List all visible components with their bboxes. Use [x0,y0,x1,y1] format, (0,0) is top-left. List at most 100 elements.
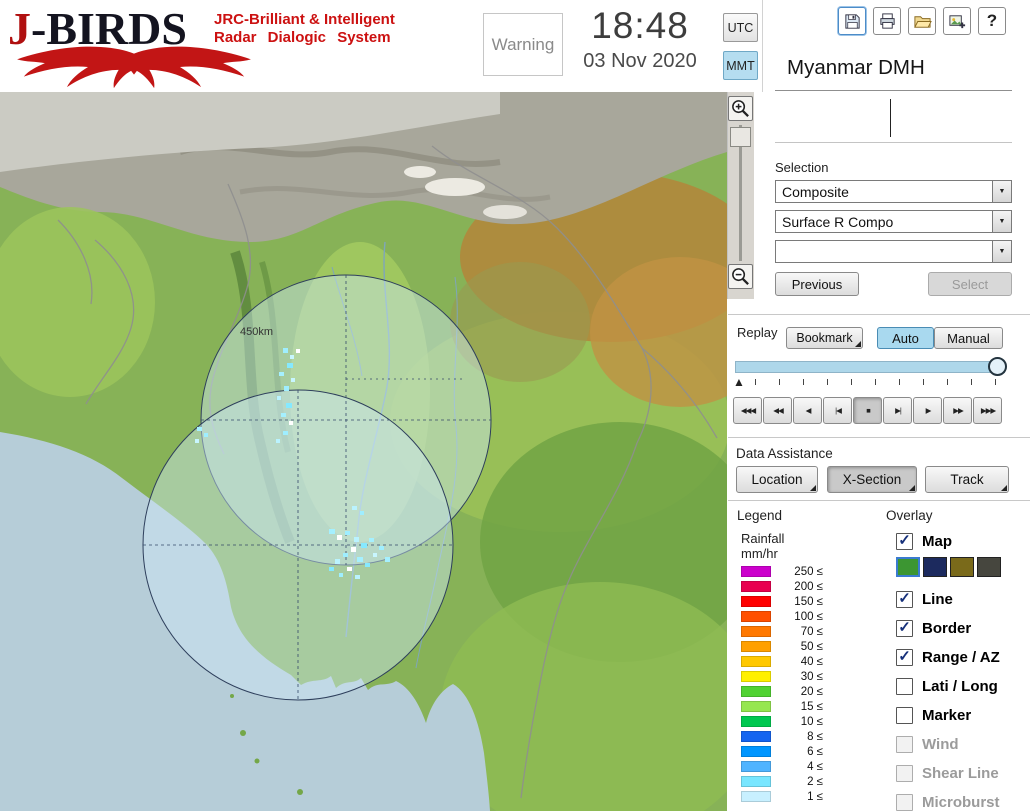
clock-time: 18:48 [591,5,689,46]
legend-color-swatch [741,626,771,637]
playback-forward-button[interactable]: ▶▶ [943,397,972,424]
playback-step-back-button[interactable]: ◀ [793,397,822,424]
legend-value: 250 ≤ [794,565,823,578]
checkbox-wind[interactable]: ✓ [896,735,913,753]
replay-timeline-track[interactable] [735,361,1005,373]
legend-subtitle-line1: Rainfall [741,531,785,546]
open-folder-button[interactable] [908,7,936,35]
chevron-down-icon[interactable]: ▼ [992,241,1011,262]
legend-color-swatch [741,581,771,592]
annotation-input[interactable] [775,91,1012,143]
timezone-mmt-button[interactable]: MMT [723,51,758,80]
track-button[interactable]: Track [925,466,1009,493]
checkbox-shear-line[interactable]: ✓ [896,764,913,782]
legend-value: 6 ≤ [807,745,823,758]
help-button[interactable]: ? [978,7,1006,35]
legend-item: 50 ≤ [741,639,823,654]
legend-color-swatch [741,656,771,667]
legend-color-swatch [741,791,771,802]
checkbox-map[interactable]: ✓ [896,531,913,550]
clock: 18:48 03 Nov 2020 [560,5,720,73]
warning-button[interactable]: Warning [483,13,563,76]
check-icon: ✓ [898,531,911,549]
divider [728,437,1030,438]
timeline-tick [995,379,996,385]
checkbox-border[interactable]: ✓ [896,618,913,637]
timezone-utc-button[interactable]: UTC [723,13,758,42]
help-icon: ? [986,11,998,30]
playback-first-frame-button[interactable]: |◀ [823,397,852,424]
overlay-label: Microburst [922,793,1000,811]
overlay-row-lati-long: ✓ Lati / Long [896,675,998,697]
legend-color-swatch [741,686,771,697]
overlay-row-line: ✓ Line [896,588,953,610]
checkbox-line[interactable]: ✓ [896,589,913,608]
playback-fast-forward-button[interactable]: ▶▶▶ [973,397,1002,424]
radar-map[interactable]: 450km [0,92,727,811]
checkbox-lati-long[interactable]: ✓ [896,677,913,695]
print-icon [879,12,895,29]
overlay-row-shear-line: ✓ Shear Line [896,762,999,784]
print-button[interactable] [873,7,901,35]
legend-color-swatch [741,716,771,727]
playback-stop-button[interactable]: ■ [853,397,882,424]
checkbox-marker[interactable]: ✓ [896,706,913,724]
legend-value: 70 ≤ [800,625,823,638]
legend-title: Legend [737,508,783,523]
zoom-slider-thumb[interactable] [730,127,751,147]
timeline-tick [755,379,756,385]
legend-item: 250 ≤ [741,564,823,579]
map-viewport[interactable]: 450km [0,92,727,811]
chevron-down-icon[interactable]: ▼ [992,211,1011,232]
legend-color-swatch [741,611,771,622]
dropdown-value: Surface R Compo [782,214,894,230]
zoom-in-button[interactable] [728,96,753,121]
timeline-tick [851,379,852,385]
x-section-button[interactable]: X-Section [827,466,917,493]
timeline-tick [971,379,972,385]
manual-button[interactable]: Manual [934,327,1003,349]
overlay-row-range-az: ✓ Range / AZ [896,646,1000,668]
dropdown-product-type[interactable]: Composite ▼ [775,180,1012,203]
jbirds-app: J-BIRDS JRC-Brilliant & Intelligent Rada… [0,0,1030,811]
checkbox-microburst[interactable]: ✓ [896,793,913,811]
auto-button[interactable]: Auto [877,327,934,349]
overlay-row-marker: ✓ Marker [896,704,971,726]
legend-item: 30 ≤ [741,669,823,684]
checkbox-range-az[interactable]: ✓ [896,648,913,666]
overlay-label: Map [922,532,952,550]
legend-value: 50 ≤ [800,640,823,653]
map-style-green-swatch[interactable] [896,557,920,577]
chevron-down-icon[interactable]: ▼ [992,181,1011,202]
range-ring-label: 450km [240,326,273,338]
divider [728,314,1030,315]
add-image-icon [948,14,965,28]
timeline-position-marker[interactable]: ▲ [733,375,745,389]
overlay-label: Lati / Long [922,677,998,695]
check-icon: ✓ [898,618,911,636]
dropdown-product[interactable]: Surface R Compo ▼ [775,210,1012,233]
legend-value: 200 ≤ [794,580,823,593]
playback-last-frame-button[interactable]: ▶| [883,397,912,424]
add-image-button[interactable] [943,7,971,35]
check-icon: ✓ [898,589,911,607]
previous-button[interactable]: Previous [775,272,859,296]
map-style-gray-swatch[interactable] [977,557,1001,577]
save-button[interactable] [838,7,866,35]
playback-rewind-button[interactable]: ◀◀ [763,397,792,424]
legend-value: 40 ≤ [800,655,823,668]
overlay-label: Line [922,590,953,608]
map-style-olive-swatch[interactable] [950,557,974,577]
timeline-tick [899,379,900,385]
legend-item: 15 ≤ [741,699,823,714]
select-button[interactable]: Select [928,272,1012,296]
map-style-navy-swatch[interactable] [923,557,947,577]
bookmark-button[interactable]: Bookmark [786,327,863,349]
replay-timeline-thumb[interactable] [988,357,1007,376]
dropdown-option[interactable]: ▼ [775,240,1012,263]
zoom-out-button[interactable] [728,264,753,289]
location-button[interactable]: Location [736,466,818,493]
playback-fast-rewind-button[interactable]: ◀◀◀ [733,397,762,424]
playback-play-button[interactable]: ▶ [913,397,942,424]
legend-item: 20 ≤ [741,684,823,699]
